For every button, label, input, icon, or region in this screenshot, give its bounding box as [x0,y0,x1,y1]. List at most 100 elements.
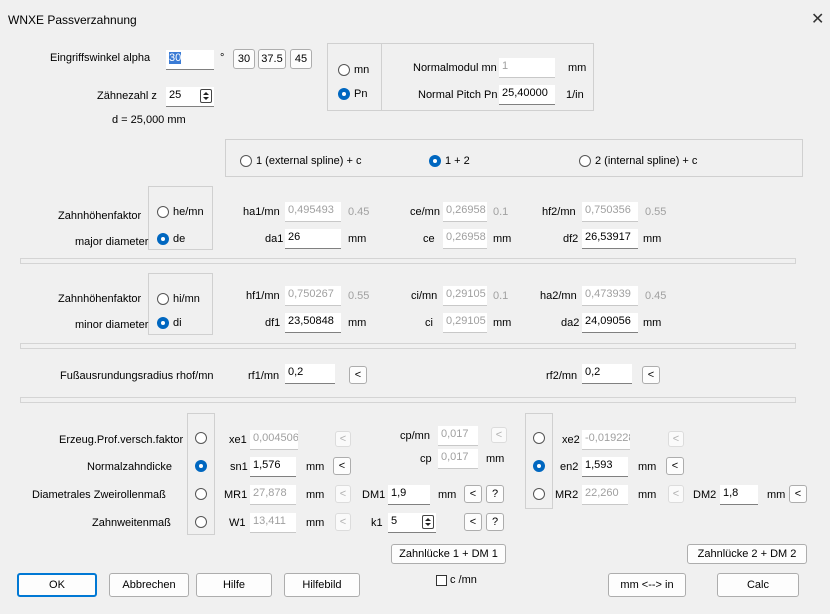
mn-radio[interactable] [338,64,350,76]
diameter-text: d = 25,000 mm [112,114,186,126]
en2-back-button[interactable]: < [666,457,684,475]
dm2-back-button[interactable]: < [789,485,807,503]
help-button[interactable]: Hilfe [196,573,272,597]
w1-back-button[interactable]: < [335,513,351,531]
unit-convert-button[interactable]: mm <--> in [608,573,686,597]
df2-unit: mm [643,233,662,245]
ha1-hint: 0.45 [348,206,370,218]
ce-per-mn-input[interactable]: 0,26958 [443,202,487,222]
hi-radio-label: hi/mn [173,293,200,305]
pn-radio-label: Pn [354,88,368,100]
angle-preset-45-button[interactable]: 45 [290,49,312,69]
sn1-back-button[interactable]: < [333,457,351,475]
external-spline-radio[interactable] [240,155,252,167]
teeth-spinner[interactable] [200,89,212,103]
en2-radio[interactable] [533,460,545,472]
ce-label: ce [423,233,435,245]
ha2-input[interactable]: 0,473939 [582,286,638,306]
k1-help-button[interactable]: ? [486,513,504,531]
major-height-factor-label: Zahnhöhenfaktor [58,210,142,222]
xe1-back-button[interactable]: < [335,431,351,447]
rf2-back-button[interactable]: < [642,366,660,384]
xe2-radio[interactable] [533,432,545,444]
de-radio-label: de [173,233,186,245]
he-radio[interactable] [157,206,169,218]
close-icon[interactable]: ✕ [811,9,824,29]
normal-pitch-label: Normal Pitch Pn [418,89,498,101]
dm1-back-button[interactable]: < [464,485,482,503]
di-radio[interactable] [157,317,169,329]
mr1-radio[interactable] [195,488,207,500]
df2-input[interactable]: 26,53917 [582,229,638,249]
dm1-help-button[interactable]: ? [486,485,504,503]
rf2-input[interactable]: 0,2 [582,364,632,384]
help-image-button[interactable]: Hilfebild [284,573,360,597]
ha1-input[interactable]: 0,495493 [285,202,341,222]
w1-radio[interactable] [195,516,207,528]
sn1-radio[interactable] [195,460,207,472]
both-splines-radio[interactable] [429,155,441,167]
mr1-unit: mm [306,489,325,501]
mr2-back-button[interactable]: < [668,485,684,503]
pn-radio[interactable] [338,88,350,100]
rf1-back-button[interactable]: < [349,366,367,384]
rf1-input[interactable]: 0,2 [285,364,335,384]
tooth-gap-2-button[interactable]: Zahnlücke 2 + DM 2 [687,544,807,564]
de-radio[interactable] [157,233,169,245]
angle-input[interactable]: 30 [166,50,214,70]
hi-radio[interactable] [157,293,169,305]
external-spline-label: 1 (external spline) + c [256,155,362,167]
spin-up-icon[interactable] [425,518,431,521]
ci-input[interactable]: 0,29105 [443,313,487,333]
xe1-label: xe1 [229,434,247,446]
spin-down-icon[interactable] [425,523,431,526]
internal-spline-radio[interactable] [579,155,591,167]
cp-input[interactable]: 0,017 [438,449,478,469]
ce-hint: 0.1 [493,206,509,218]
df1-input[interactable]: 23,50848 [285,313,341,333]
normal-pitch-input[interactable]: 25,40000 [499,85,555,105]
cancel-button[interactable]: Abbrechen [109,573,189,597]
df2-label: df2 [563,233,579,245]
ha2-label: ha2/mn [540,290,577,302]
k1-spinner[interactable] [422,515,434,529]
mr1-back-button[interactable]: < [335,485,351,503]
en2-input[interactable]: 1,593 [582,457,628,477]
cp-back-button[interactable]: < [491,427,507,443]
xe2-label: xe2 [562,434,580,446]
spin-down-icon[interactable] [203,97,209,100]
xe2-back-button[interactable]: < [668,431,684,447]
hf1-input[interactable]: 0,750267 [285,286,341,306]
w1-input[interactable]: 13,411 [250,513,296,533]
ok-button[interactable]: OK [17,573,97,597]
sn1-input[interactable]: 1,576 [250,457,296,477]
k1-back-button[interactable]: < [464,513,482,531]
da1-input[interactable]: 26 [285,229,341,249]
mr2-radio[interactable] [533,488,545,500]
angle-preset-30-button[interactable]: 30 [233,49,255,69]
dm1-input[interactable]: 1,9 [388,485,430,505]
da2-input[interactable]: 24,09056 [582,313,638,333]
mr2-label: MR2 [555,489,579,501]
ci-per-mn-input[interactable]: 0,29105 [443,286,487,306]
mr2-input[interactable]: 22,260 [582,485,628,505]
df1-unit: mm [348,317,367,329]
c-per-mn-checkbox[interactable] [436,575,447,586]
calc-button[interactable]: Calc [717,573,799,597]
hf2-input[interactable]: 0,750356 [582,202,638,222]
ce-input[interactable]: 0,26958 [443,229,487,249]
ci-label: ci [425,317,433,329]
mr1-input[interactable]: 27,878 [250,485,296,505]
xe1-radio[interactable] [195,432,207,444]
spin-up-icon[interactable] [203,92,209,95]
en2-label: en2 [560,461,579,473]
angle-preset-37-5-button[interactable]: 37.5 [258,49,286,69]
dm2-input[interactable]: 1,8 [720,485,758,505]
xe1-input[interactable]: 0,004506 [250,430,298,450]
xe2-input[interactable]: -0,019228 [582,430,630,450]
cp-per-mn-input[interactable]: 0,017 [438,426,478,446]
en2-unit: mm [638,461,657,473]
dm1-label: DM1 [362,489,386,501]
tooth-gap-1-button[interactable]: Zahnlücke 1 + DM 1 [391,544,506,564]
normal-module-input[interactable]: 1 [499,58,555,78]
